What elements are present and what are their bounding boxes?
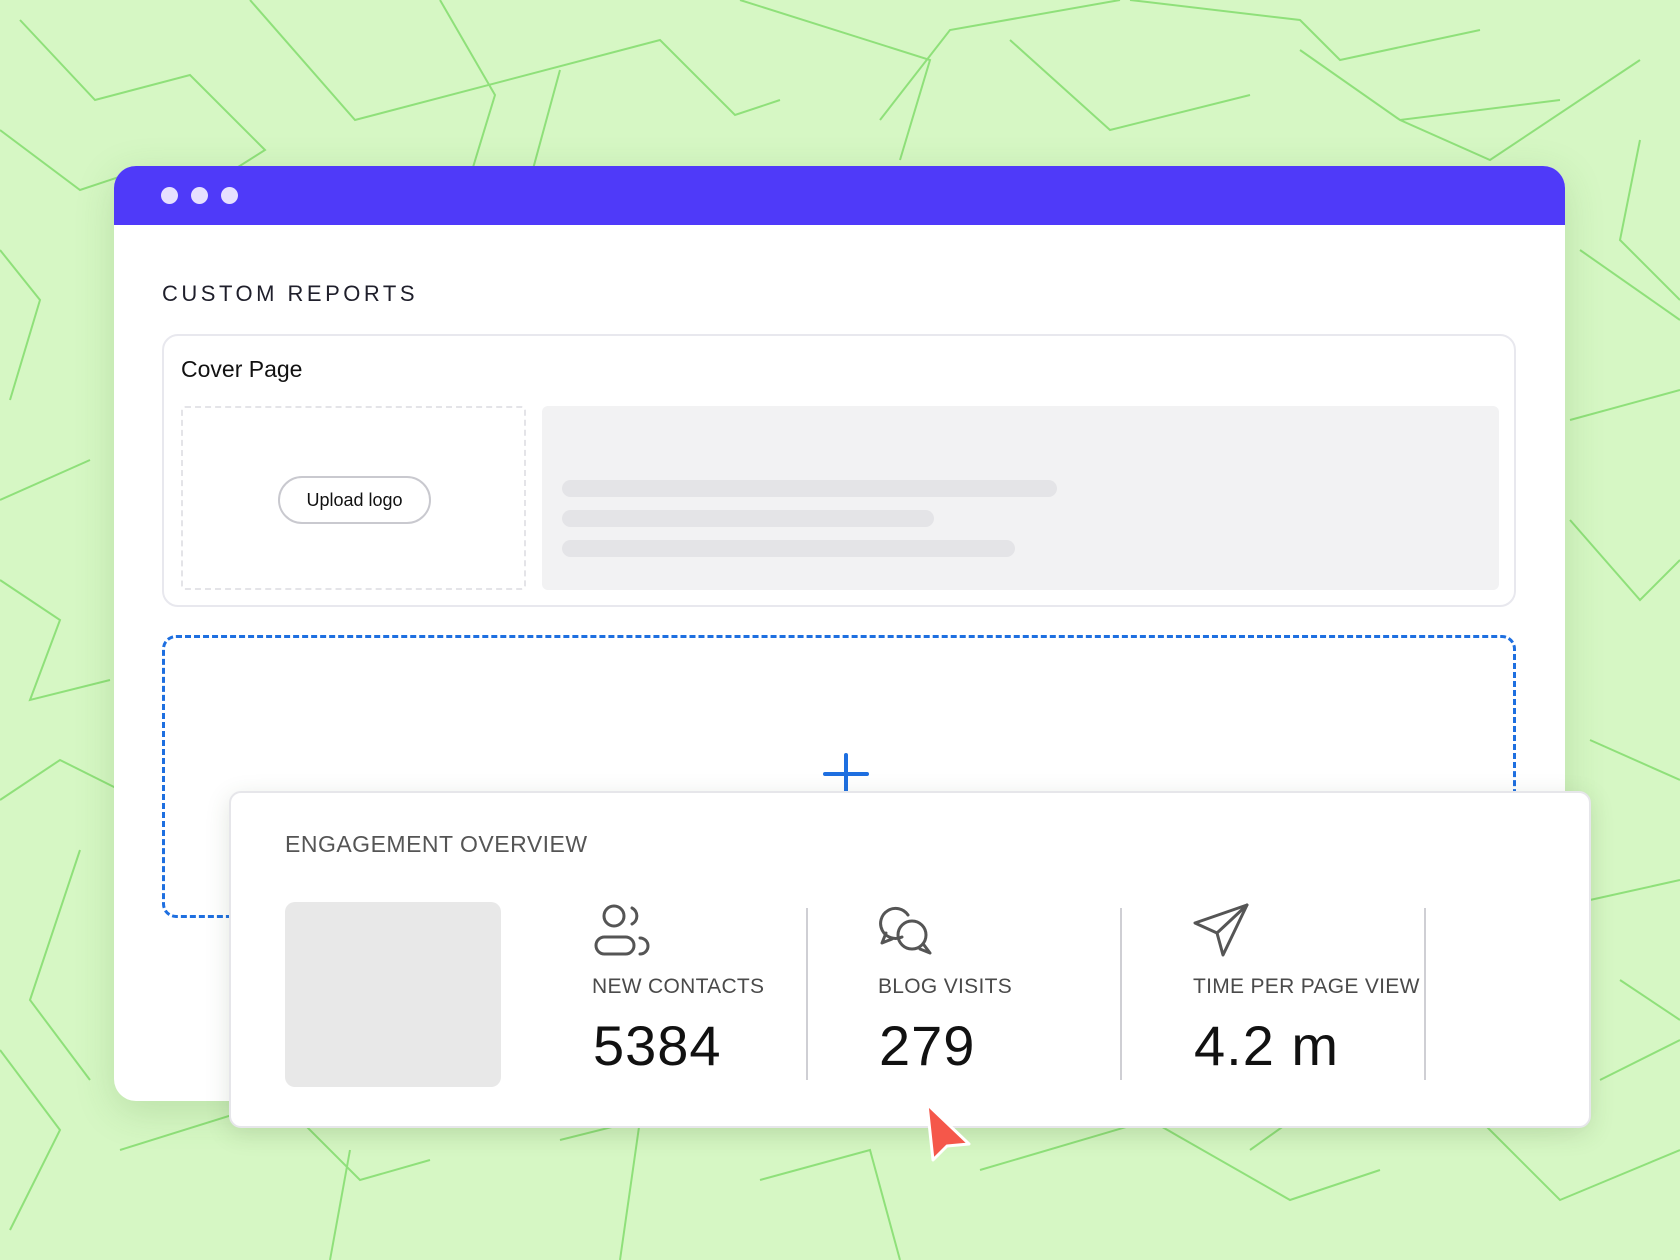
metric-label: NEW CONTACTS [592,975,765,998]
upload-logo-button[interactable]: Upload logo [278,476,431,524]
metric-label: TIME PER PAGE VIEW [1193,975,1420,998]
skeleton-line [562,510,934,527]
logo-upload-zone[interactable]: Upload logo [181,406,526,590]
window-titlebar [114,166,1565,225]
cursor-arrow-icon [925,1102,971,1162]
engagement-title: ENGAGEMENT OVERVIEW [285,831,588,857]
contacts-icon [592,903,652,959]
metric-value: 279 [879,1014,976,1077]
skeleton-line [562,480,1057,497]
chat-bubbles-icon [878,903,938,959]
skeleton-line [562,540,1015,557]
send-icon [1193,903,1253,959]
metric-value: 4.2 m [1194,1014,1340,1077]
cover-preview [542,406,1499,590]
window-dot-icon[interactable] [191,187,208,204]
metric-divider [806,908,808,1080]
cover-page-card: Cover Page Upload logo [162,334,1516,607]
image-placeholder [285,902,501,1087]
window-dot-icon[interactable] [221,187,238,204]
engagement-overview-card: ENGAGEMENT OVERVIEW NEW CONTACTS 5384 BL… [229,791,1591,1128]
cover-page-title: Cover Page [181,356,303,382]
page-title: CUSTOM REPORTS [162,281,418,306]
metric-value: 5384 [593,1014,722,1077]
metric-label: BLOG VISITS [878,975,1013,998]
window-dot-icon[interactable] [161,187,178,204]
metric-divider [1424,908,1426,1080]
metric-divider [1120,908,1122,1080]
